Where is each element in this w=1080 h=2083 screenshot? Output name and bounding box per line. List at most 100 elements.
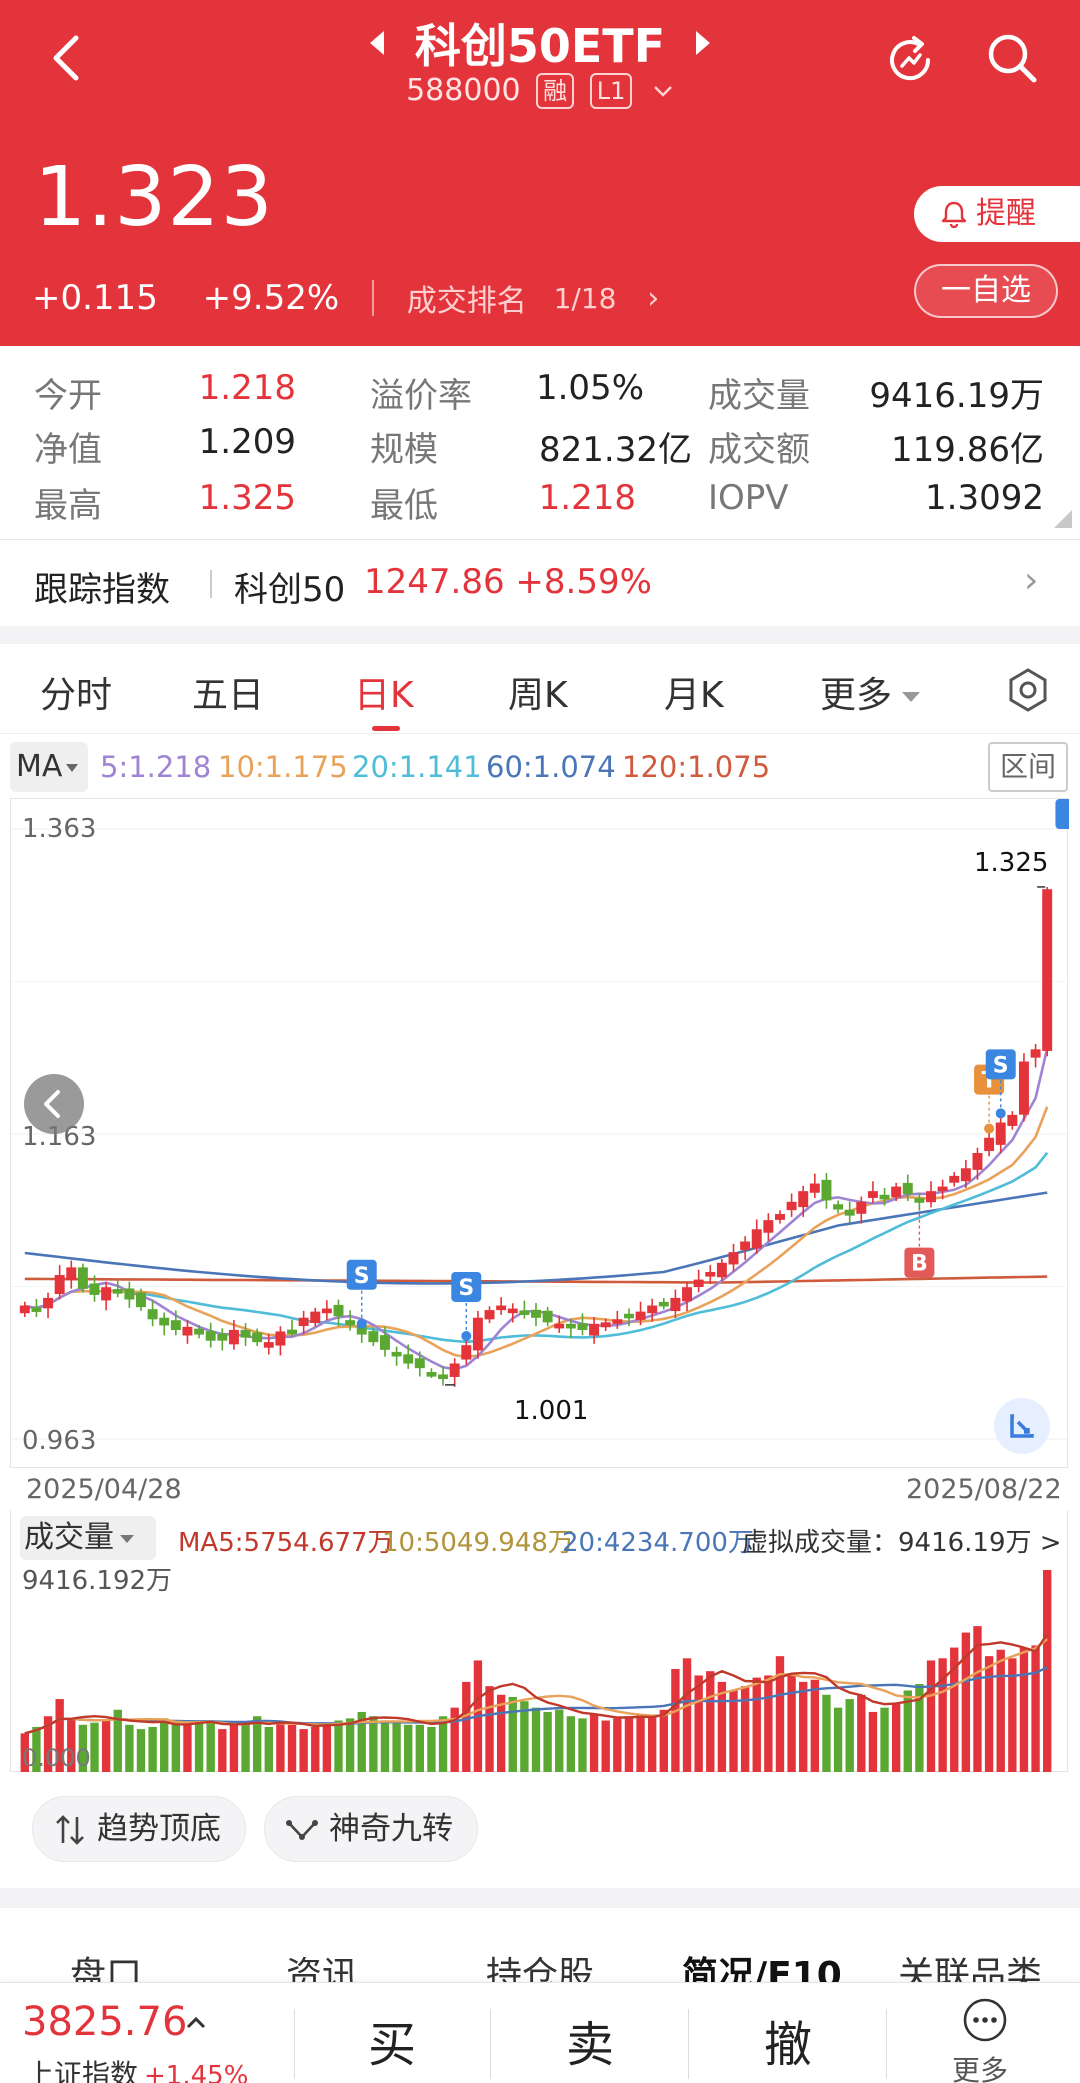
section-gap [0,626,1080,644]
index-value[interactable]: 3825.76 [22,1999,187,2045]
tracking-index-row[interactable]: 跟踪指数 科创50 1247.86 +8.59% › [0,540,1080,626]
tracking-index-value: 1247.86 +8.59% [364,562,652,602]
volume-bar-up [1043,1570,1052,1772]
tab-weekly-k[interactable]: 周K [508,666,568,718]
range-button[interactable]: 区间 [988,742,1068,792]
stat-label: 最高 [34,486,102,526]
volume-bar-down [415,1724,425,1772]
candle-up [972,1153,983,1170]
price-change: +0.115 [32,278,158,318]
period-tabs: 分时 五日 日K 周K 月K 更多 [0,644,1080,734]
volume-bar-down [543,1711,552,1772]
settings-hexagon-icon[interactable] [1004,666,1052,714]
ma60-value: 60:1.074 [486,750,616,784]
stock-header: 科创50ETF 588000 融 L1 1.323 +0.115 +9.52% … [0,0,1080,346]
section-gap [0,1888,1080,1908]
more-dots-icon[interactable] [962,1997,1008,2043]
candle-up [635,1311,646,1320]
volume-selector[interactable]: 成交量 [20,1516,156,1560]
candle-up [949,1175,960,1183]
candle-up [960,1168,971,1182]
chevron-down-icon[interactable] [652,84,674,98]
chevron-right-icon[interactable]: › [647,281,659,316]
chevron-right-icon[interactable]: › [1024,560,1038,601]
sell-button[interactable]: 卖 [566,2005,614,2075]
virtual-volume[interactable]: 虚拟成交量：9416.19万 > [742,1522,1062,1559]
volume-bar-down [880,1707,889,1772]
stat-value: 1.325 [198,478,296,518]
volume-legend-row: 成交量 MA5:5754.677万 10:5049.948万 20:4234.7… [0,1516,1080,1560]
tab-monthly-k[interactable]: 月K [664,666,724,718]
signal-dot [356,1318,367,1329]
volume-bar-up [694,1675,703,1772]
candle-down [379,1335,390,1350]
candle-up [926,1191,936,1203]
ma-selector[interactable]: MA [10,742,88,792]
volume-bar-up [601,1720,610,1772]
cancel-order-button[interactable]: 撤 [764,2005,812,2075]
volume-bar-down [822,1694,831,1772]
tab-daily-k[interactable]: 日K [354,666,414,718]
candle-up [647,1305,658,1314]
alert-button[interactable]: 提醒 [914,186,1080,242]
remove-watchlist-button[interactable]: 一自选 [914,264,1058,318]
candle-down [519,1310,530,1316]
stat-value: 119.86亿 [891,430,1044,470]
signal-dot [984,1123,995,1134]
chevron-up-icon[interactable] [184,2011,208,2035]
volume-bar-down [508,1696,517,1772]
stat-value: 1.3092 [925,478,1044,518]
candle-up [774,1214,785,1220]
index-name[interactable]: 上证指数 +1.45% [26,2053,248,2083]
refresh-icon[interactable] [880,30,940,90]
candle-down [333,1304,344,1317]
candle-down [345,1320,356,1326]
volume-bar-down [380,1720,390,1772]
level-badge[interactable]: L1 [589,72,633,109]
candle-up [670,1297,681,1312]
candle-down [623,1313,634,1319]
fullscreen-icon[interactable] [994,1398,1050,1454]
date-end: 2025/08/22 [906,1474,1062,1505]
candle-down [240,1329,251,1338]
candle-down [136,1292,146,1308]
volume-bar-up [462,1681,471,1772]
volume-bar-down [160,1718,169,1772]
tab-five-day[interactable]: 五日 [192,666,264,718]
max-price-label: 1.325 [974,848,1049,878]
bar-divider [688,2009,689,2079]
candle-up [1042,889,1053,1051]
candle-up [321,1308,332,1314]
expand-corner-icon[interactable] [1054,510,1072,528]
volume-max-label: 9416.192万 [22,1566,173,1596]
volume-bar-up [752,1677,761,1772]
candle-up [809,1183,820,1193]
candle-up [66,1267,77,1281]
volume-bar-up [671,1669,680,1772]
rank-value[interactable]: 1/18 [554,282,617,315]
candle-down [902,1182,913,1195]
volume-bar-up [926,1660,936,1772]
candle-down [217,1333,228,1341]
trend-top-bottom-chip[interactable]: 趋势顶底 [32,1796,246,1862]
nine-turn-chip[interactable]: 神奇九转 [264,1796,478,1862]
prev-stock-arrow-icon[interactable] [369,31,384,55]
tab-more[interactable]: 更多 [820,666,921,718]
more-label[interactable]: 更多 [952,2049,1008,2083]
tab-intraday[interactable]: 分时 [40,666,112,718]
chevron-left-icon[interactable] [24,1074,84,1134]
rank-label[interactable]: 成交排名 [407,284,527,319]
volume-bar-down [427,1726,436,1772]
next-stock-arrow-icon[interactable] [696,31,711,55]
kline-chart[interactable]: TSSSSSSB [10,780,1080,1468]
bar-divider [886,2009,887,2079]
candle-down [403,1354,414,1364]
search-icon[interactable] [982,28,1042,88]
caret-down-icon [902,692,921,702]
buy-button[interactable]: 买 [368,2005,416,2075]
candle-down [414,1358,425,1369]
candle-down [438,1374,449,1380]
volume-bar-down [334,1720,343,1772]
volume-bar-up [857,1694,866,1772]
volume-bar-down [90,1722,99,1772]
